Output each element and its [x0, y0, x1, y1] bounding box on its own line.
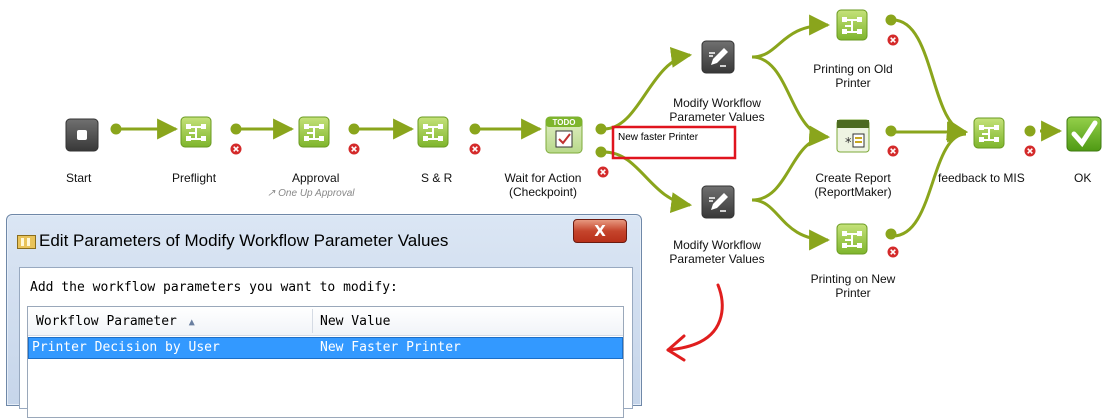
modify-params-bottom-node[interactable]: [701, 185, 735, 219]
wait-for-action-node[interactable]: TODO: [545, 116, 610, 179]
dialog-title: Edit Parameters of Modify Workflow Param…: [39, 231, 449, 250]
printing-new-label: Printing on New Printer: [810, 272, 896, 300]
row-parameter-cell[interactable]: Printer Decision by User: [32, 340, 220, 355]
modify-params-top-node[interactable]: [701, 40, 735, 74]
edit-parameters-dialog: Edit Parameters of Modify Workflow Param…: [6, 214, 642, 418]
create-report-label: Create Report (ReportMaker): [814, 171, 892, 199]
start-label: Start: [66, 171, 92, 185]
create-report-node[interactable]: *: [836, 119, 900, 158]
ok-node[interactable]: [1066, 116, 1102, 152]
printing-old-label: Printing on Old Printer: [813, 62, 893, 90]
wait-for-action-label: Wait for Action (Checkpoint): [504, 171, 582, 199]
sort-ascending-icon: ▲: [188, 317, 195, 328]
preflight-node[interactable]: [180, 116, 243, 156]
connector-lines: [118, 14, 1063, 251]
approval-label: Approval: [292, 171, 340, 185]
column-divider[interactable]: [312, 309, 313, 333]
dialog-app-icon: [17, 235, 36, 249]
instruction-text: Add the workflow parameters you want to …: [30, 280, 398, 295]
approval-node[interactable]: [298, 116, 361, 156]
table-row[interactable]: Printer Decision by User New Faster Prin…: [28, 337, 623, 359]
s-and-r-node[interactable]: [417, 116, 482, 156]
printing-old-node[interactable]: [836, 9, 900, 47]
decision-note: New faster Printer: [618, 132, 699, 143]
todo-badge: TODO: [553, 118, 576, 127]
approval-sublabel[interactable]: ↗ One Up Approval: [267, 188, 355, 199]
column-header-label: Workflow Parameter: [36, 314, 177, 329]
ok-label: OK: [1074, 171, 1092, 185]
modify-params-bottom-label: Modify Workflow Parameter Values: [669, 238, 765, 266]
start-node[interactable]: [65, 118, 122, 152]
preflight-label: Preflight: [172, 171, 217, 185]
table-header: Workflow Parameter ▲ New Value: [28, 307, 623, 336]
printing-new-node[interactable]: [836, 223, 900, 259]
column-header-new-value[interactable]: New Value: [320, 314, 390, 329]
dialog-body: Add the workflow parameters you want to …: [19, 267, 633, 418]
s-and-r-label: S & R: [421, 171, 453, 185]
column-header-workflow-parameter[interactable]: Workflow Parameter ▲: [36, 314, 195, 329]
row-value-cell[interactable]: New Faster Printer: [320, 340, 461, 355]
annotation-arrow: [666, 283, 724, 352]
svg-text:*: *: [845, 136, 852, 151]
parameters-table: Workflow Parameter ▲ New Value Printer D…: [27, 306, 624, 418]
modify-params-top-label: Modify Workflow Parameter Values: [669, 96, 765, 124]
close-button[interactable]: X: [573, 219, 627, 243]
feedback-mis-node[interactable]: [973, 117, 1037, 158]
feedback-mis-label: feedback to MIS: [938, 171, 1025, 185]
